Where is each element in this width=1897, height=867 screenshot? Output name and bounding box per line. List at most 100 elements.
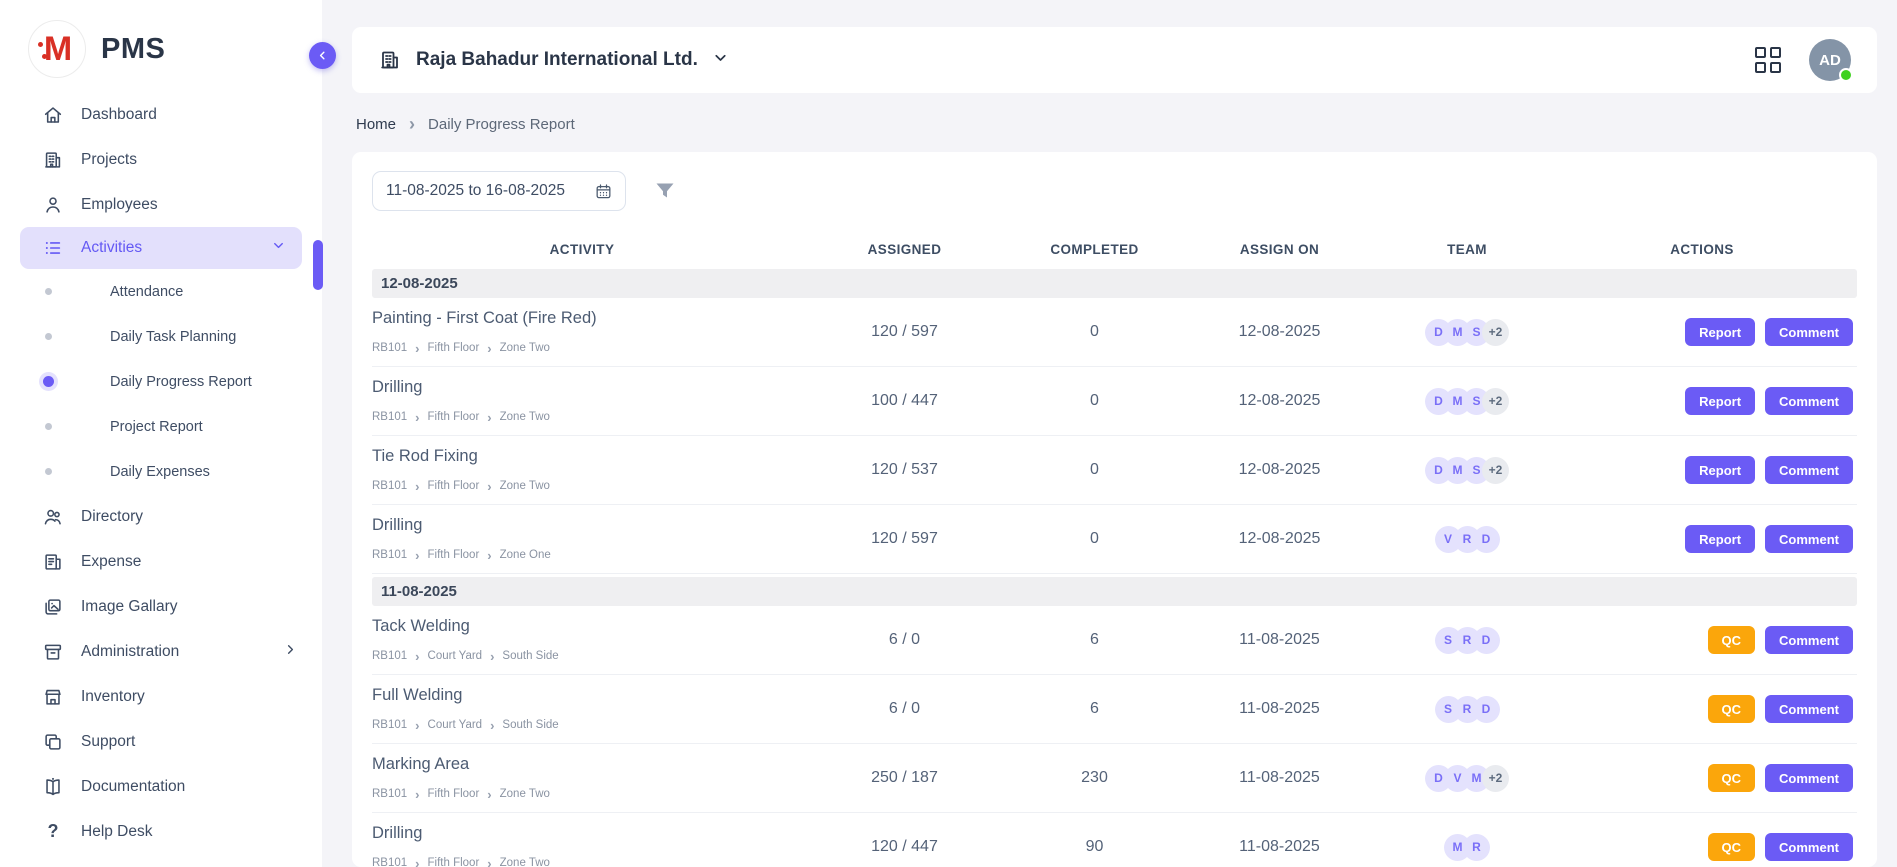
sidebar-subitem-daily-task-planning[interactable]: Daily Task Planning xyxy=(0,314,322,359)
apps-grid-icon[interactable] xyxy=(1755,47,1781,73)
report-button[interactable]: Report xyxy=(1685,387,1755,415)
app-logo[interactable]: M PMS xyxy=(0,16,322,92)
comment-button[interactable]: Comment xyxy=(1765,456,1853,484)
report-card: 11-08-2025 to 16-08-2025 ACTIVITY ASSIGN… xyxy=(352,152,1877,867)
chevron-right-icon xyxy=(487,787,491,802)
row-actions: QC Comment xyxy=(1547,695,1857,723)
team-avatar[interactable]: D xyxy=(1473,696,1500,723)
comment-button[interactable]: Comment xyxy=(1765,318,1853,346)
copy-icon xyxy=(42,731,64,753)
qc-button[interactable]: QC xyxy=(1708,626,1756,654)
company-selector[interactable]: Raja Bahadur International Ltd. xyxy=(378,48,729,72)
completed-value: 0 xyxy=(1017,461,1172,479)
comment-button[interactable]: Comment xyxy=(1765,387,1853,415)
sidebar-item-dashboard[interactable]: Dashboard xyxy=(0,92,322,137)
assign-on-value: 12-08-2025 xyxy=(1172,323,1387,341)
chevron-right-icon xyxy=(415,410,419,425)
sidebar-subitem-daily-progress-report[interactable]: Daily Progress Report xyxy=(0,359,322,404)
funnel-icon xyxy=(653,179,677,203)
qc-button[interactable]: QC xyxy=(1708,764,1756,792)
qc-button[interactable]: QC xyxy=(1708,833,1756,861)
sidebar-item-directory[interactable]: Directory xyxy=(0,494,322,539)
location-floor: Fifth Floor xyxy=(428,788,480,800)
team-avatar-overflow[interactable]: +2 xyxy=(1482,388,1509,415)
assigned-value: 120 / 447 xyxy=(792,838,1017,856)
sidebar-item-employees[interactable]: Employees xyxy=(0,182,322,227)
bullet-icon xyxy=(45,288,52,295)
user-avatar[interactable]: AD xyxy=(1809,39,1851,81)
app-window: M PMS Dashboard Projects Employees Activ… xyxy=(0,0,1897,867)
team-avatar-overflow[interactable]: +2 xyxy=(1482,765,1509,792)
breadcrumb-home-link[interactable]: Home xyxy=(356,116,396,133)
comment-button[interactable]: Comment xyxy=(1765,525,1853,553)
column-header-activity: ACTIVITY xyxy=(372,242,792,257)
comment-button[interactable]: Comment xyxy=(1765,764,1853,792)
person-icon xyxy=(42,194,64,216)
location-zone: Zone Two xyxy=(500,342,550,354)
comment-button[interactable]: Comment xyxy=(1765,695,1853,723)
team-avatar-overflow[interactable]: +2 xyxy=(1482,319,1509,346)
sidebar-item-label: Administration xyxy=(81,643,179,661)
assign-on-value: 11-08-2025 xyxy=(1172,631,1387,649)
building-icon xyxy=(378,48,402,72)
assigned-value: 120 / 537 xyxy=(792,461,1017,479)
report-button[interactable]: Report xyxy=(1685,525,1755,553)
report-button[interactable]: Report xyxy=(1685,456,1755,484)
row-actions: Report Comment xyxy=(1547,387,1857,415)
main-area: Raja Bahadur International Ltd. AD Home … xyxy=(322,0,1897,867)
location-project: RB101 xyxy=(372,788,407,800)
completed-value: 230 xyxy=(1017,769,1172,787)
chevron-left-icon xyxy=(316,49,329,62)
sidebar-item-support[interactable]: Support xyxy=(0,719,322,764)
chevron-right-icon xyxy=(409,114,415,135)
breadcrumb-current: Daily Progress Report xyxy=(428,116,575,133)
archive-box-icon xyxy=(42,641,64,663)
sidebar-item-label: Image Gallary xyxy=(81,598,177,616)
team-avatar-overflow[interactable]: +2 xyxy=(1482,457,1509,484)
team-avatar[interactable]: D xyxy=(1473,627,1500,654)
sidebar-item-expense[interactable]: Expense xyxy=(0,539,322,584)
sidebar-subitem-attendance[interactable]: Attendance xyxy=(0,269,322,314)
activity-name: Tack Welding xyxy=(372,617,792,636)
chevron-right-icon xyxy=(415,341,419,356)
sidebar-item-documentation[interactable]: Documentation xyxy=(0,764,322,809)
team-avatar[interactable]: D xyxy=(1473,526,1500,553)
sidebar-item-label: Expense xyxy=(81,553,141,571)
sidebar-item-label: Employees xyxy=(81,196,158,214)
completed-value: 0 xyxy=(1017,323,1172,341)
activity-name: Tie Rod Fixing xyxy=(372,447,792,466)
date-range-input[interactable]: 11-08-2025 to 16-08-2025 xyxy=(372,171,626,211)
comment-button[interactable]: Comment xyxy=(1765,626,1853,654)
sidebar-subitem-daily-expenses[interactable]: Daily Expenses xyxy=(0,449,322,494)
avatar-initials: AD xyxy=(1819,52,1841,69)
sidebar-item-administration[interactable]: Administration xyxy=(0,629,322,674)
location-floor: Fifth Floor xyxy=(428,549,480,561)
sidebar-item-help-desk[interactable]: ? Help Desk xyxy=(0,809,322,854)
sidebar-item-activities[interactable]: Activities xyxy=(20,227,302,269)
location-floor: Court Yard xyxy=(428,719,483,731)
filter-button[interactable] xyxy=(653,179,677,203)
sidebar-item-projects[interactable]: Projects xyxy=(0,137,322,182)
assign-on-value: 11-08-2025 xyxy=(1172,769,1387,787)
activity-cell: Painting - First Coat (Fire Red) RB101Fi… xyxy=(372,309,792,356)
location-project: RB101 xyxy=(372,480,407,492)
qc-button[interactable]: QC xyxy=(1708,695,1756,723)
location-zone: Zone Two xyxy=(500,480,550,492)
sidebar-item-image-gallery[interactable]: Image Gallary xyxy=(0,584,322,629)
comment-button[interactable]: Comment xyxy=(1765,833,1853,861)
location-project: RB101 xyxy=(372,342,407,354)
logo-mark-icon: M xyxy=(28,20,86,78)
table-row: Marking Area RB101Fifth FloorZone Two 25… xyxy=(372,744,1857,813)
activity-location: RB101Court YardSouth Side xyxy=(372,649,792,664)
assigned-value: 100 / 447 xyxy=(792,392,1017,410)
sidebar-item-inventory[interactable]: Inventory xyxy=(0,674,322,719)
assign-on-value: 11-08-2025 xyxy=(1172,838,1387,856)
chevron-down-icon xyxy=(271,238,286,258)
team-avatar[interactable]: R xyxy=(1463,834,1490,861)
sidebar: M PMS Dashboard Projects Employees Activ… xyxy=(0,0,322,867)
location-zone: South Side xyxy=(502,719,558,731)
completed-value: 6 xyxy=(1017,631,1172,649)
report-button[interactable]: Report xyxy=(1685,318,1755,346)
sidebar-collapse-button[interactable] xyxy=(309,42,336,69)
sidebar-subitem-project-report[interactable]: Project Report xyxy=(0,404,322,449)
